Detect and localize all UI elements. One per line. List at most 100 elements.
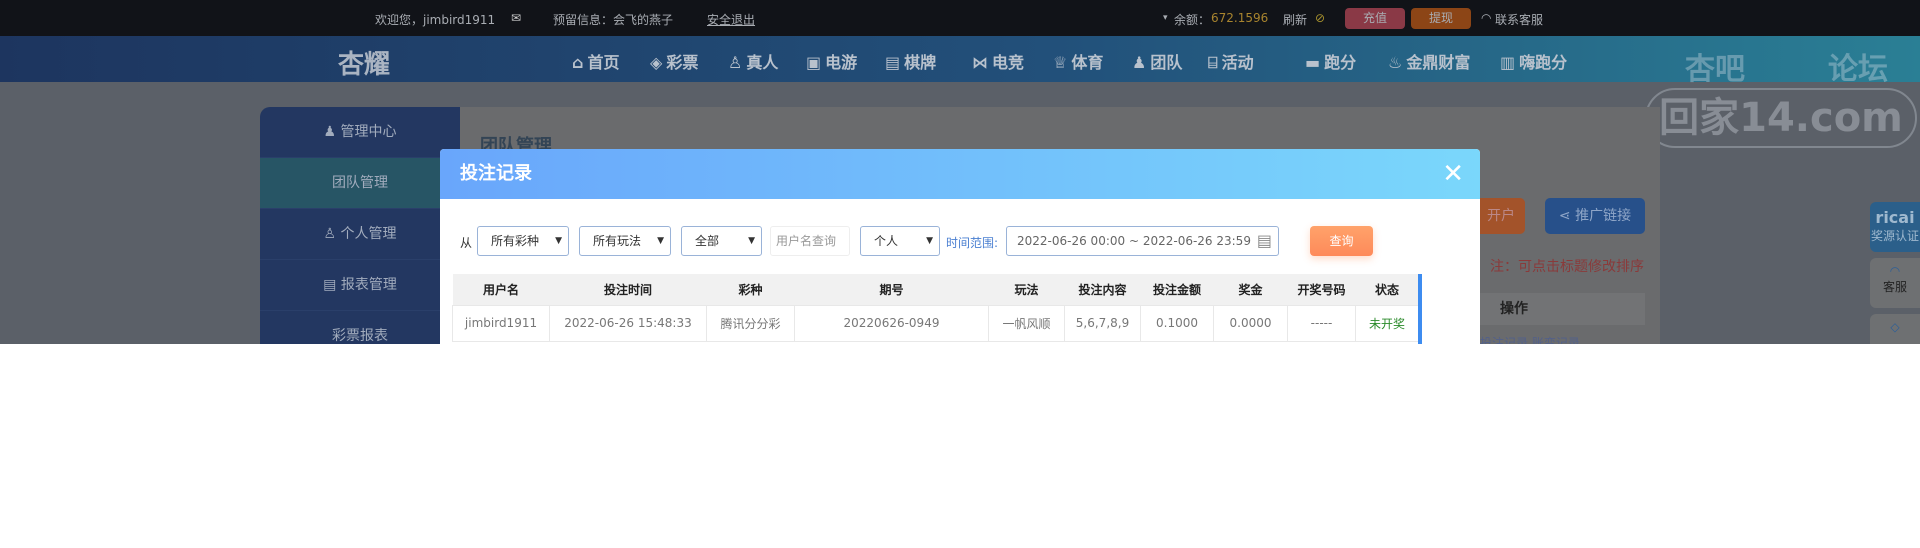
nav-label: 电游 — [825, 53, 858, 72]
withdraw-button[interactable]: 提现 — [1411, 8, 1471, 29]
nav-label: 嗨跑分 — [1519, 53, 1568, 72]
cauldron-icon: ♨ — [1388, 53, 1403, 72]
page: 欢迎您，jimbird1911 ✉ 预留信息：会飞的燕子 安全退出 ▾ 余额： … — [0, 0, 1920, 344]
cell-issue: 20220626-0949 — [794, 304, 989, 342]
sidebar-item-team-management[interactable]: 团队管理 — [260, 158, 460, 209]
nav-home[interactable]: ⌂ 首页 — [572, 49, 619, 73]
nav-sports[interactable]: ♕ 体育 — [1053, 49, 1103, 73]
diamond-button[interactable]: ◇ — [1870, 314, 1920, 344]
cell-status: 未开奖 — [1355, 304, 1419, 342]
cell-prize: 0.0000 — [1213, 304, 1288, 342]
nav-events[interactable]: ⌸ 活动 — [1208, 49, 1254, 73]
eye-off-icon[interactable]: ⊘ — [1315, 11, 1325, 25]
nav-label: 电竞 — [992, 53, 1025, 72]
trophy-icon: ♕ — [1053, 53, 1068, 72]
user-icon: ♙ — [323, 226, 341, 242]
modal-title: 投注记录 — [460, 163, 532, 184]
bet-record-modal: 投注记录 ✕ 从 所有彩种 所有玩法 全部 用户名查询 个人 时间范围: 202… — [440, 149, 1480, 344]
balance-label: 余额： — [1174, 13, 1211, 27]
sidebar-item-reports[interactable]: ▤ 报表管理 — [260, 260, 460, 311]
nav-label: 活动 — [1221, 53, 1254, 72]
promo-label: 推广链接 — [1575, 208, 1632, 224]
slot-icon: ▣ — [806, 53, 822, 72]
col-bet-time[interactable]: 投注时间 — [549, 274, 707, 305]
lottery-select[interactable]: 所有彩种 — [477, 226, 569, 256]
close-icon[interactable]: ✕ — [1442, 149, 1464, 199]
nav-label: 真人 — [746, 53, 779, 72]
col-prize[interactable]: 奖金 — [1213, 274, 1288, 305]
scope-select[interactable]: 全部 — [681, 226, 762, 256]
time-range-label: 时间范围: — [946, 236, 999, 250]
date-range-value: 2022-06-26 00:00 ~ 2022-06-26 23:59 — [1017, 234, 1251, 248]
sort-note: 注：可点击标题修改排序 — [1490, 259, 1644, 275]
nav-esports[interactable]: ⋈ 电竞 — [972, 49, 1024, 73]
cell-content: 5,6,7,8,9 — [1064, 304, 1141, 342]
top-bar: 欢迎您，jimbird1911 ✉ 预留信息：会飞的燕子 安全退出 ▾ 余额： … — [0, 0, 1920, 36]
nav-live[interactable]: ♙ 真人 — [728, 49, 778, 73]
modal-header: 投注记录 ✕ — [440, 149, 1480, 199]
cell-lottery: 腾讯分分彩 — [706, 304, 795, 342]
col-lottery[interactable]: 彩种 — [706, 274, 795, 305]
support-link[interactable]: 联系客服 — [1495, 11, 1543, 28]
nav-label: 棋牌 — [904, 53, 937, 72]
col-content[interactable]: 投注内容 — [1064, 274, 1141, 305]
welcome-text: 欢迎您，jimbird1911 — [375, 13, 496, 27]
nav-label: 彩票 — [666, 53, 699, 72]
username-input[interactable]: 用户名查询 — [770, 226, 850, 256]
sidebar-label: 报表管理 — [340, 277, 397, 293]
service-label: 客服 — [1882, 280, 1907, 294]
nav-label: 金鼎财富 — [1406, 53, 1471, 72]
headset-icon: ◠ — [1889, 264, 1901, 278]
col-username[interactable]: 用户名 — [452, 274, 550, 305]
sidebar-item-personal[interactable]: ♙ 个人管理 — [260, 209, 460, 260]
bet-table: 用户名 投注时间 彩种 期号 玩法 投注内容 投注金额 奖金 开奖号码 状态 j… — [452, 274, 1419, 342]
sidebar: ♟ 管理中心 团队管理 ♙ 个人管理 ▤ 报表管理 彩票报表 — [260, 107, 460, 344]
col-play[interactable]: 玩法 — [988, 274, 1065, 305]
nav-chess[interactable]: ▤ 棋牌 — [885, 49, 936, 73]
rhino-icon: ▬ — [1305, 53, 1321, 72]
logout-link[interactable]: 安全退出 — [707, 11, 755, 28]
nav-lottery[interactable]: ◈ 彩票 — [650, 49, 698, 73]
watermark-1a: 杏吧 — [1685, 52, 1745, 87]
operation-links[interactable]: 投注记录 账变记录 — [1480, 334, 1580, 344]
date-range-input[interactable]: 2022-06-26 00:00 ~ 2022-06-26 23:59 ▤ — [1006, 226, 1279, 256]
nav-label: 跑分 — [1324, 53, 1357, 72]
col-status[interactable]: 状态 — [1355, 274, 1419, 305]
col-draw-number[interactable]: 开奖号码 — [1287, 274, 1356, 305]
table-scrollbar[interactable] — [1418, 274, 1422, 344]
table-row[interactable]: jimbird1911 2022-06-26 15:48:33 腾讯分分彩 20… — [452, 304, 1419, 342]
nav-hi-run[interactable]: ▥ 嗨跑分 — [1500, 49, 1567, 73]
sidebar-item-lottery-report[interactable]: 彩票报表 — [260, 311, 460, 344]
calendar-icon[interactable]: ▤ — [1257, 227, 1272, 255]
nav-slots[interactable]: ▣ 电游 — [806, 49, 857, 73]
play-select[interactable]: 所有玩法 — [579, 226, 671, 256]
ricai-cert-badge[interactable]: ricai 奖源认证 — [1870, 202, 1920, 252]
service-button[interactable]: ◠ 客服 — [1870, 258, 1920, 308]
operation-header: 操作 — [1480, 293, 1645, 325]
cell-bet-time: 2022-06-26 15:48:33 — [549, 304, 707, 342]
nav-wealth[interactable]: ♨ 金鼎财富 — [1388, 49, 1470, 73]
logo[interactable]: 杏耀 — [338, 44, 390, 81]
team-icon: ♟ — [323, 124, 341, 140]
col-issue[interactable]: 期号 — [794, 274, 989, 305]
person-icon: ♙ — [728, 53, 743, 72]
main-nav: 杏耀 ⌂ 首页 ◈ 彩票 ♙ 真人 ▣ 电游 ▤ 棋牌 ⋈ 电竞 ♕ 体育 ♟ 团队 ⌸ 活动 ▬… — [0, 36, 1920, 82]
cell-draw-number: ----- — [1287, 304, 1356, 342]
deposit-button[interactable]: 充值 — [1345, 8, 1405, 29]
balance-value: 672.1596 — [1211, 11, 1269, 25]
diamond-icon: ◇ — [1890, 320, 1900, 334]
mail-icon[interactable]: ✉ — [511, 11, 521, 25]
query-button[interactable]: 查询 — [1310, 226, 1373, 256]
col-amount[interactable]: 投注金额 — [1140, 274, 1214, 305]
nav-team[interactable]: ♟ 团队 — [1132, 49, 1182, 73]
promo-link-button[interactable]: ⋖ 推广链接 — [1545, 198, 1645, 234]
report-icon: ▤ — [323, 277, 341, 293]
refresh-link[interactable]: 刷新 — [1283, 11, 1307, 28]
mode-select[interactable]: 个人 — [860, 226, 940, 256]
team-icon: ♟ — [1132, 53, 1147, 72]
watermark-1b: 论坛 — [1828, 52, 1888, 87]
chevron-down-icon: ▾ — [1163, 13, 1168, 23]
sidebar-item-management-center[interactable]: ♟ 管理中心 — [260, 107, 460, 158]
card-icon: ▤ — [885, 53, 901, 72]
nav-run[interactable]: ▬ 跑分 — [1305, 49, 1356, 73]
